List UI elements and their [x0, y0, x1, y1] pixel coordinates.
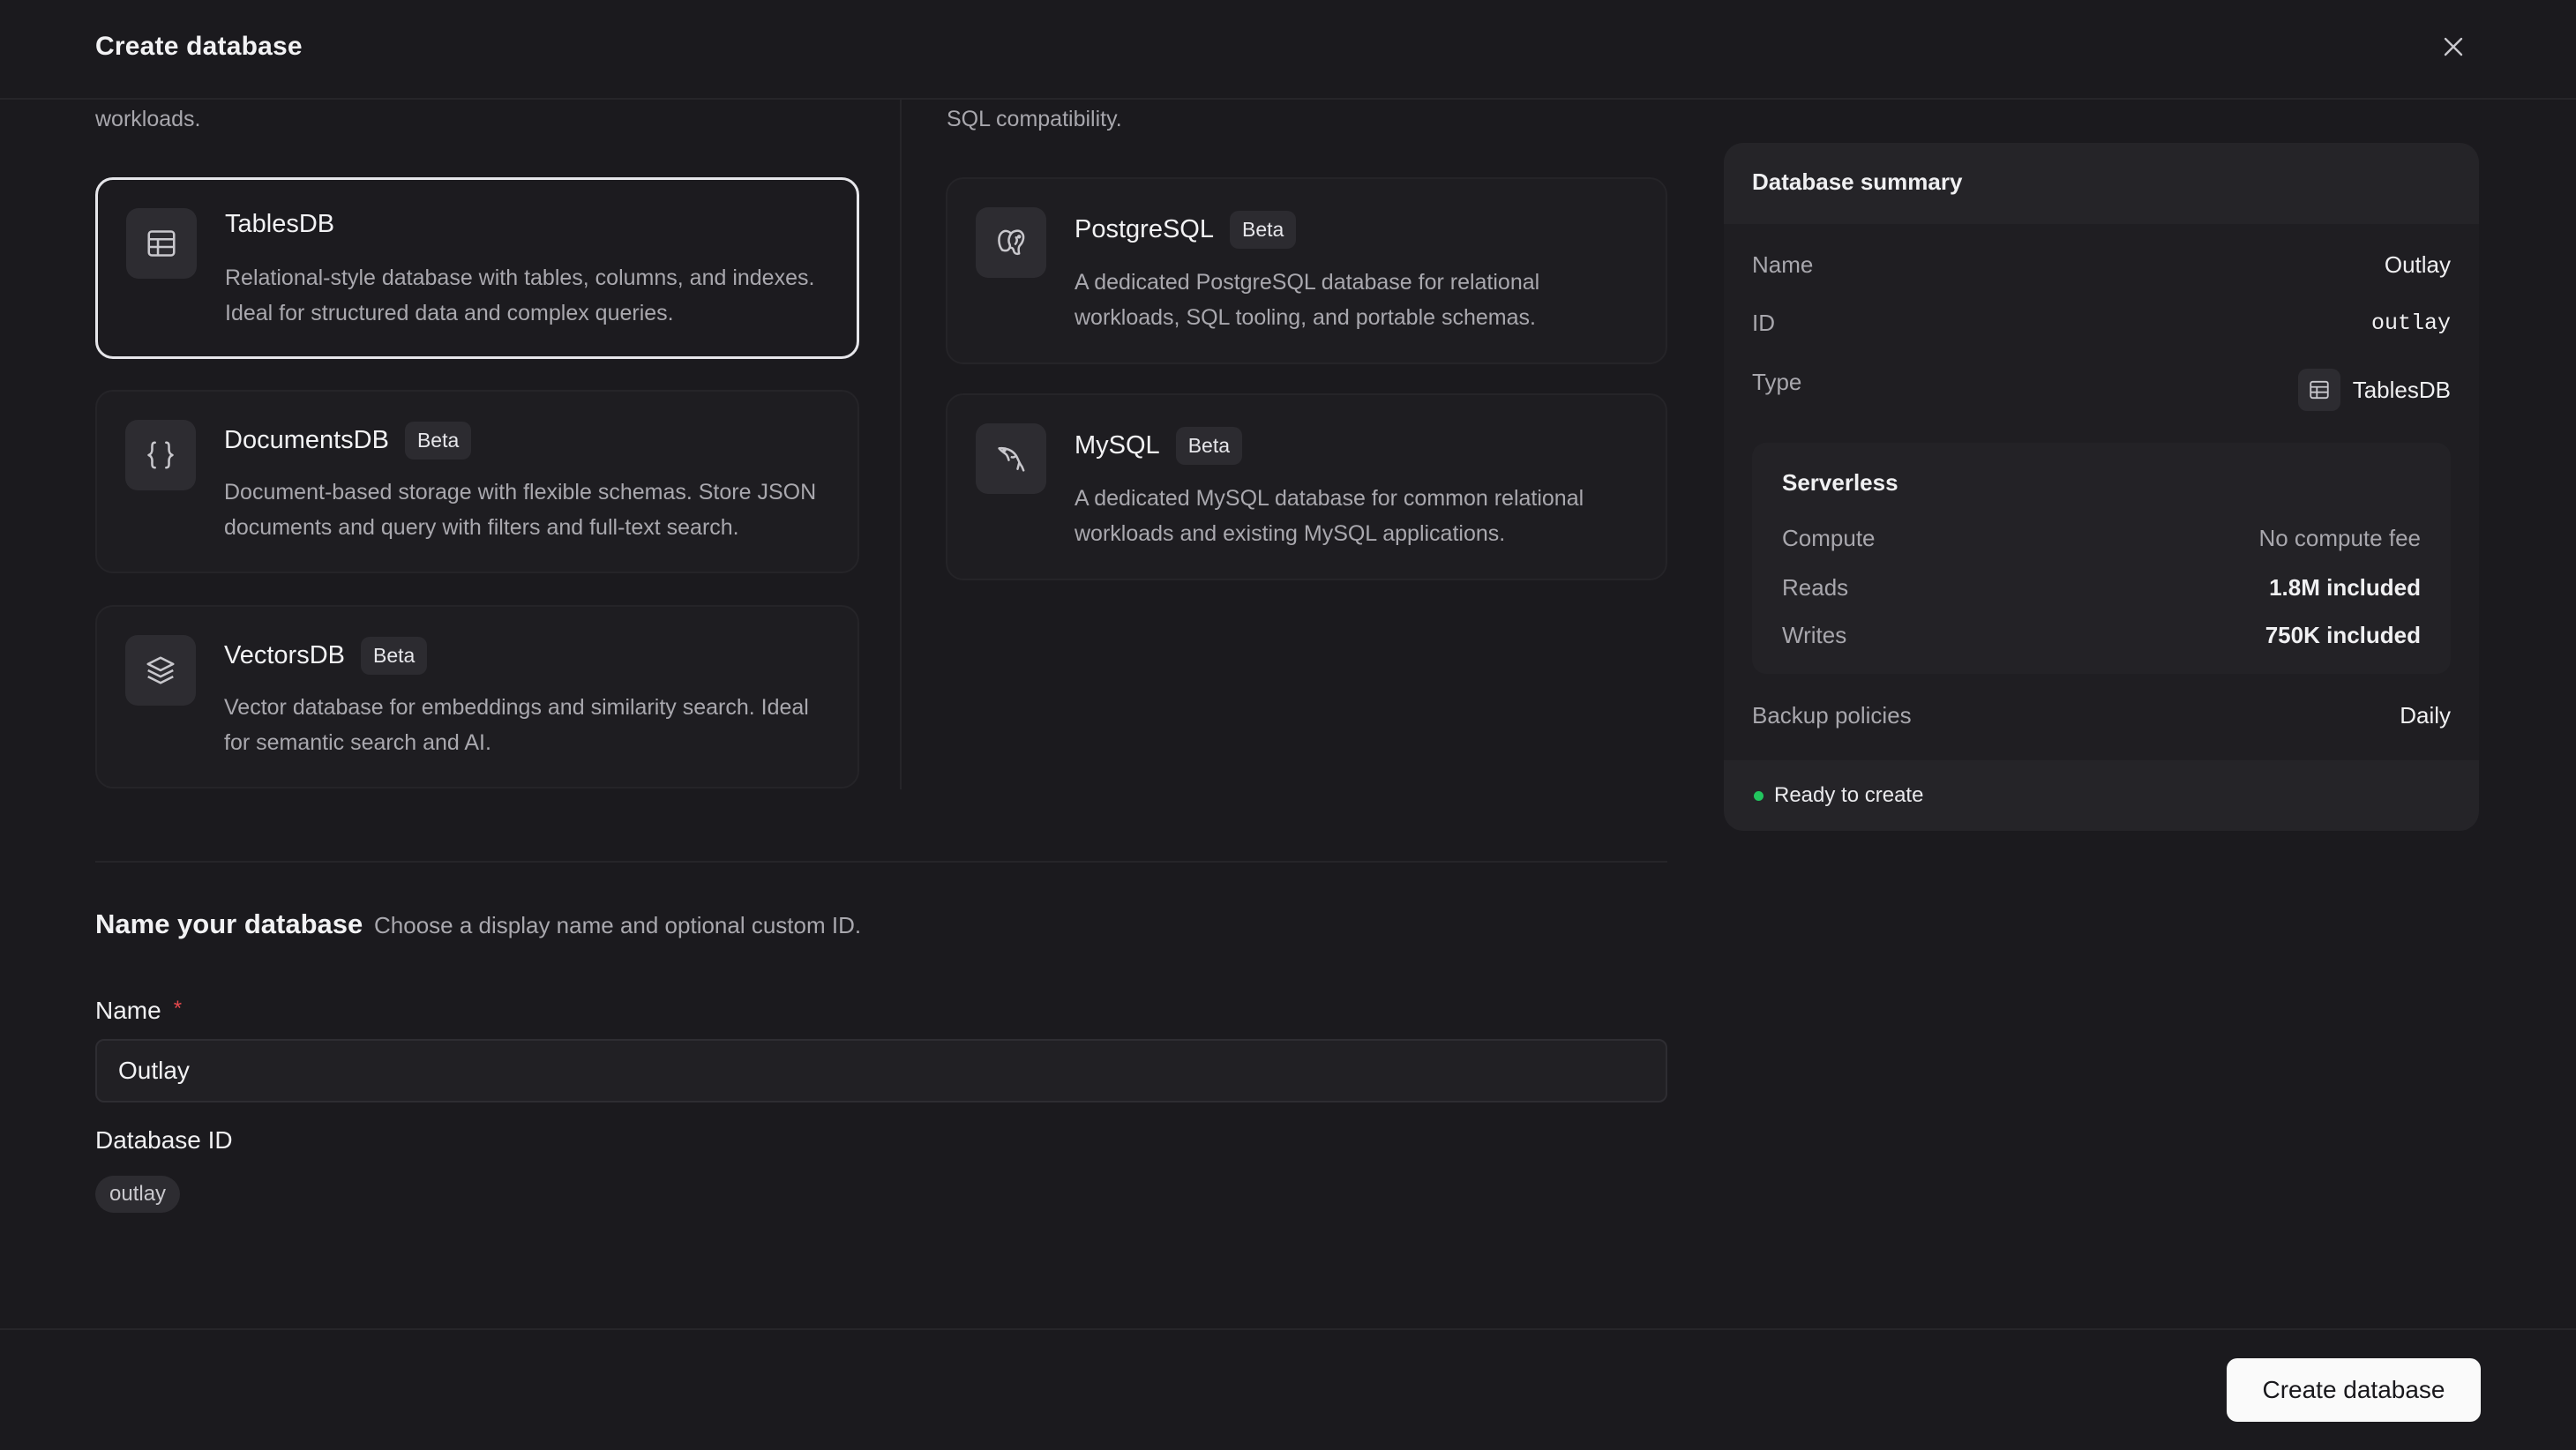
db-type-description: A dedicated MySQL database for common re… — [1075, 486, 1584, 546]
db-type-card-mysql[interactable]: MySQL Beta A dedicated MySQL database fo… — [946, 393, 1667, 580]
close-button[interactable] — [2437, 30, 2470, 64]
column-divider — [900, 100, 902, 789]
naming-section-title: Name your database — [95, 908, 363, 939]
db-type-card-vectorsdb[interactable]: VectorsDB Beta Vector database for embed… — [95, 605, 859, 789]
database-id-label: Database ID — [95, 1126, 233, 1154]
layers-icon — [125, 635, 196, 706]
table-icon — [2297, 369, 2340, 411]
database-summary-panel: Database summary Name Outlay ID outlay T… — [1724, 143, 2479, 831]
db-type-name: VectorsDB — [224, 641, 345, 669]
summary-header: Database summary — [1724, 143, 2479, 224]
name-input[interactable] — [95, 1039, 1667, 1102]
left-column-cut-text: workloads. — [95, 107, 201, 131]
db-type-card-documentsdb[interactable]: DocumentsDB Beta Document-based storage … — [95, 390, 859, 573]
summary-title: Database summary — [1752, 168, 1963, 195]
summary-type-label: Type — [1752, 369, 1802, 395]
serverless-title: Serverless — [1782, 469, 1898, 496]
table-icon — [126, 208, 197, 279]
db-type-description: Vector database for embeddings and simil… — [224, 695, 809, 755]
compute-value: No compute fee — [2258, 525, 2421, 551]
db-type-description: Document-based storage with flexible sch… — [224, 480, 817, 540]
create-database-button[interactable]: Create database — [2227, 1358, 2481, 1422]
backup-value: Daily — [2400, 702, 2451, 729]
db-type-name: TablesDB — [225, 210, 335, 238]
database-id-chip[interactable]: outlay — [95, 1176, 181, 1213]
dialog-title: Create database — [95, 32, 303, 61]
name-field-label: Name * — [95, 997, 182, 1025]
db-type-description: A dedicated PostgreSQL database for rela… — [1075, 270, 1540, 330]
status-dot-icon — [1754, 790, 1764, 801]
dialog-footer — [0, 1328, 2576, 1450]
reads-label: Reads — [1782, 574, 1849, 601]
db-type-card-postgresql[interactable]: PostgreSQL Beta A dedicated PostgreSQL d… — [946, 177, 1667, 364]
beta-badge: Beta — [361, 637, 428, 675]
summary-id-value: outlay — [2370, 310, 2451, 336]
compute-label: Compute — [1782, 525, 1876, 551]
backup-label: Backup policies — [1752, 702, 1912, 729]
section-divider — [95, 861, 1667, 863]
elephant-icon — [976, 207, 1046, 278]
close-icon — [2444, 37, 2463, 56]
reads-value: 1.8M included — [2269, 574, 2421, 601]
db-type-description: Relational-style database with tables, c… — [225, 265, 815, 325]
writes-value: 750K included — [2265, 622, 2421, 648]
beta-badge: Beta — [1229, 211, 1297, 249]
db-type-card-tablesdb[interactable]: TablesDB Relational-style database with … — [95, 177, 859, 359]
braces-icon — [125, 420, 196, 490]
right-column-cut-text: SQL compatibility. — [947, 107, 1122, 131]
required-mark: * — [173, 997, 183, 1020]
summary-type-value: TablesDB — [2352, 376, 2451, 403]
naming-section-subtitle: Choose a display name and optional custo… — [374, 912, 862, 938]
dialog-header — [0, 0, 2576, 100]
summary-name-label: Name — [1752, 251, 1814, 278]
writes-label: Writes — [1782, 622, 1847, 648]
summary-status-bar: Ready to create — [1724, 760, 2479, 831]
serverless-box: Serverless Compute No compute fee Reads … — [1752, 443, 2451, 674]
summary-name-value: Outlay — [2384, 251, 2451, 278]
status-text: Ready to create — [1774, 783, 1924, 807]
status-indicator: Ready to create — [1754, 783, 1923, 808]
name-label: Name — [95, 997, 161, 1024]
db-type-name: PostgreSQL — [1075, 215, 1214, 243]
db-type-name: MySQL — [1075, 431, 1160, 460]
dolphin-icon — [976, 423, 1046, 494]
beta-badge: Beta — [1175, 427, 1243, 465]
beta-badge: Beta — [404, 422, 472, 460]
db-type-name: DocumentsDB — [224, 426, 389, 454]
summary-id-label: ID — [1752, 310, 1775, 336]
summary-type: TablesDB — [2297, 369, 2451, 411]
